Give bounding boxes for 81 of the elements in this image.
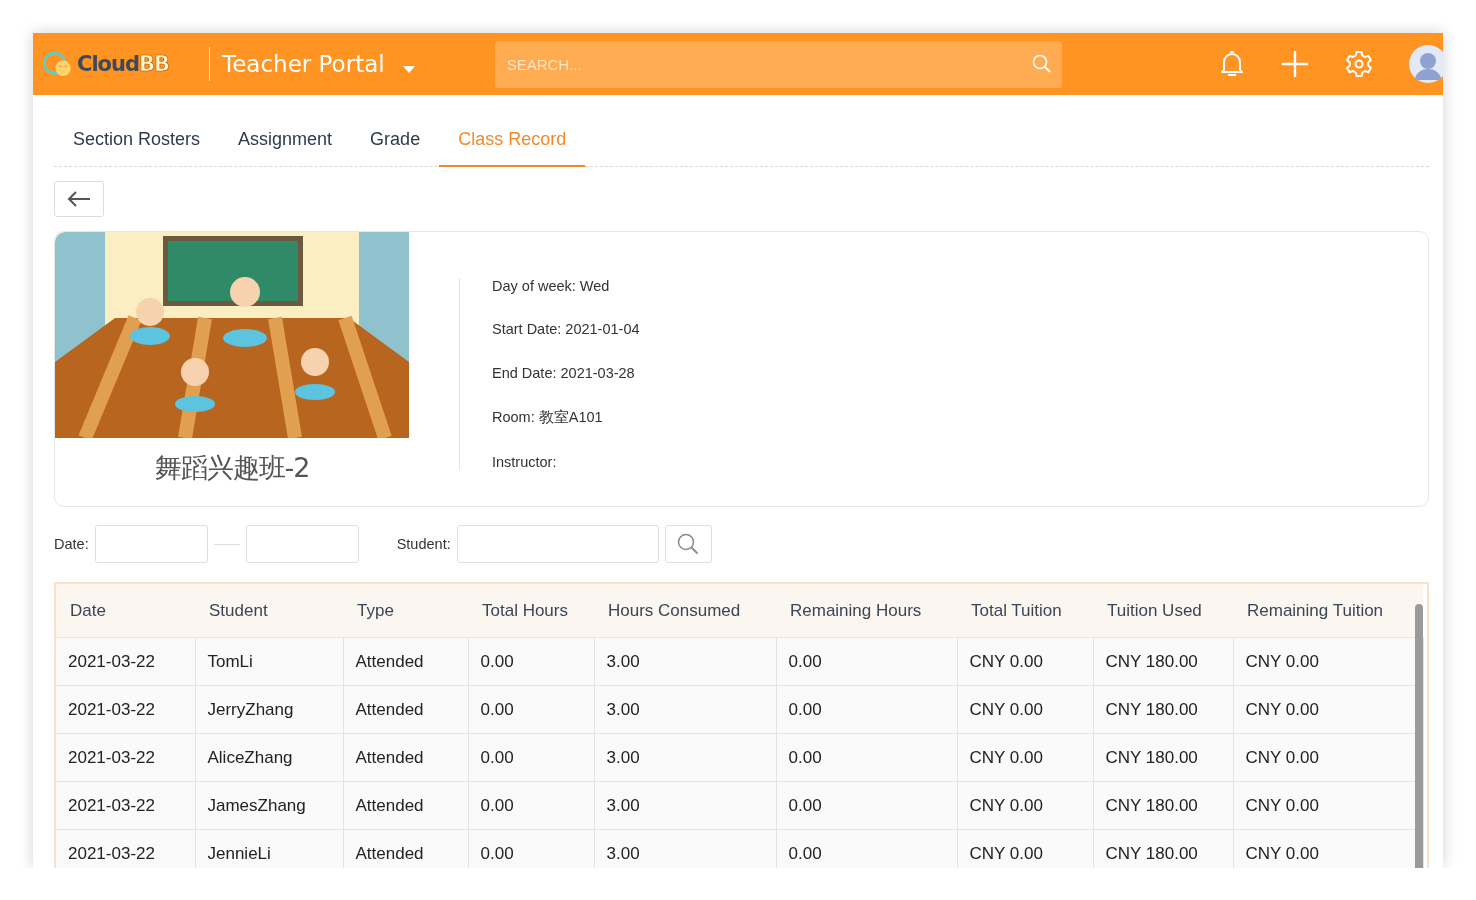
tab[interactable]: Assignment — [219, 129, 352, 167]
start-date-field[interactable] — [94, 525, 208, 563]
column-header: Type — [343, 584, 468, 638]
table-cell: CNY 0.00 — [1233, 685, 1423, 734]
table-cell: 0.00 — [776, 733, 957, 782]
table-cell: 0.00 — [468, 781, 594, 830]
table-cell: 3.00 — [594, 685, 776, 734]
detail-text: Day of week: Wed — [492, 278, 611, 294]
table-cell: 2021-03-22 — [56, 781, 195, 830]
table-cell: CNY 0.00 — [957, 733, 1093, 782]
table-cell: CNY 0.00 — [1233, 733, 1423, 782]
class-name: 舞蹈兴趣班-2 — [154, 451, 310, 485]
table-cell: CNY 0.00 — [1233, 637, 1423, 686]
search-button[interactable] — [664, 525, 712, 563]
table-cell: 2021-03-22 — [56, 829, 195, 868]
table-cell: TomLi — [195, 637, 343, 686]
column-header: Total Hours — [468, 584, 594, 638]
table-cell: CNY 180.00 — [1093, 637, 1233, 686]
table-cell: JennieLi — [195, 829, 343, 868]
table-cell: CNY 0.00 — [957, 637, 1093, 686]
table-cell: Attended — [343, 733, 468, 782]
search-icon — [1031, 53, 1052, 74]
table-cell: 0.00 — [468, 829, 594, 868]
avatar[interactable] — [1409, 45, 1443, 83]
column-header: Hours Consumed — [594, 584, 776, 638]
student-field[interactable] — [456, 525, 659, 563]
table-cell: 3.00 — [594, 781, 776, 830]
table-cell: Attended — [343, 637, 468, 686]
back-arrow-icon — [66, 190, 92, 208]
tab[interactable]: Section Rosters — [54, 129, 220, 167]
search-icon — [677, 533, 700, 555]
bell-icon[interactable] — [1219, 50, 1245, 78]
table-cell: CNY 0.00 — [1233, 829, 1423, 868]
table-cell: 0.00 — [468, 733, 594, 782]
detail-text: Room: 教室A101 — [492, 407, 604, 427]
table-cell: 3.00 — [594, 829, 776, 868]
table-cell: Attended — [343, 685, 468, 734]
table-cell: 0.00 — [776, 685, 957, 734]
table-cell: JerryZhang — [195, 685, 343, 734]
table-cell: JamesZhang — [195, 781, 343, 830]
table-cell: 0.00 — [468, 685, 594, 734]
table-cell: CNY 180.00 — [1093, 781, 1233, 830]
table-cell: 2021-03-22 — [56, 637, 195, 686]
detail-text: End Date: 2021-03-28 — [492, 364, 636, 381]
detail-text: Start Date: 2021-01-04 — [492, 321, 640, 338]
column-header: Total Tuition — [957, 584, 1093, 638]
back-button[interactable] — [54, 181, 104, 217]
table-cell: Attended — [343, 829, 468, 868]
column-header: Student — [195, 584, 343, 638]
end-date-field[interactable] — [245, 525, 359, 563]
column-header: Remaining Hours — [776, 584, 957, 638]
table-cell: 3.00 — [594, 733, 776, 782]
table-cell: CNY 180.00 — [1093, 685, 1233, 734]
table-cell: CNY 180.00 — [1093, 829, 1233, 868]
plus-icon[interactable] — [1281, 50, 1309, 78]
table-cell: CNY 180.00 — [1093, 733, 1233, 782]
table-cell: AliceZhang — [195, 733, 343, 782]
column-header: Remaining Tuition — [1233, 584, 1423, 638]
table-cell: 2021-03-22 — [56, 685, 195, 734]
detail-text: Instructor: — [492, 454, 558, 470]
table-cell: 0.00 — [776, 637, 957, 686]
table-cell: 2021-03-22 — [56, 733, 195, 782]
table-cell: Attended — [343, 781, 468, 830]
table-cell: CNY 0.00 — [957, 829, 1093, 868]
column-header: Date — [56, 584, 195, 638]
logo-text: CloudBB — [77, 52, 170, 76]
table-cell: CNY 0.00 — [1233, 781, 1423, 830]
scrollbar[interactable] — [1415, 604, 1423, 868]
caret-icon — [402, 65, 415, 73]
search-field[interactable]: SEARCH... — [494, 40, 1062, 88]
table-cell: 3.00 — [594, 637, 776, 686]
date-label: Date: — [54, 536, 89, 552]
table-cell: CNY 0.00 — [957, 685, 1093, 734]
student-label: Student: — [396, 536, 451, 552]
table-cell: 0.00 — [776, 781, 957, 830]
tab[interactable]: Grade — [351, 129, 440, 167]
column-header: Tuition Used — [1093, 584, 1233, 638]
settings-icon[interactable] — [1345, 50, 1373, 78]
table-cell: CNY 0.00 — [957, 781, 1093, 830]
table-cell: 0.00 — [468, 637, 594, 686]
table-cell: 0.00 — [776, 829, 957, 868]
